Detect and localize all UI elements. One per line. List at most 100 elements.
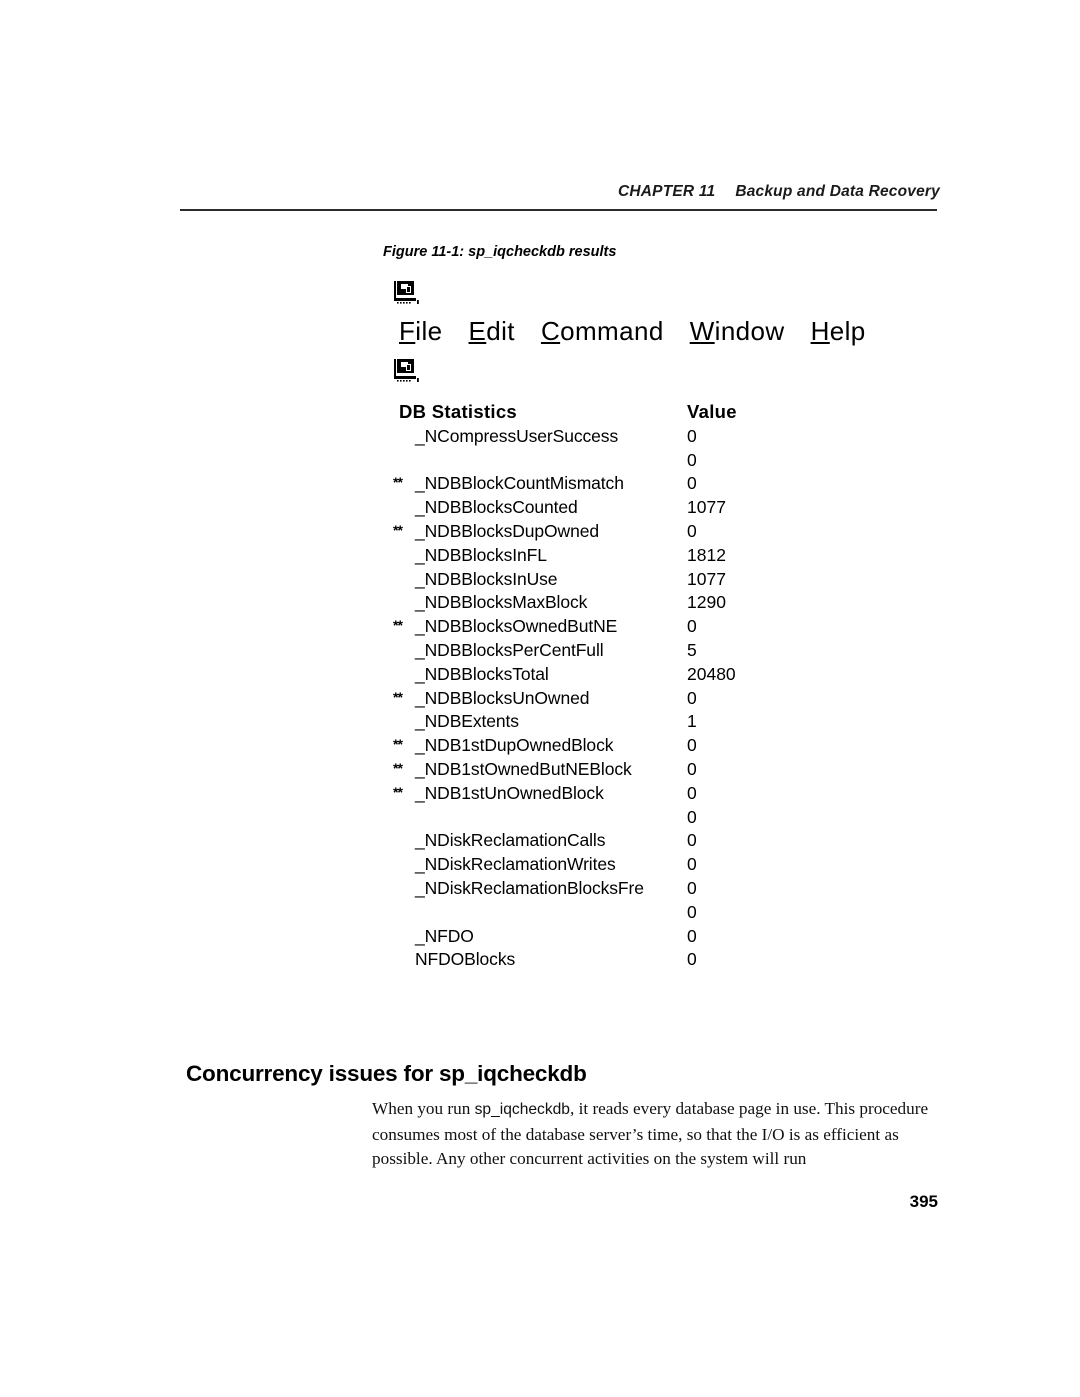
inline-code-sp-iqcheckdb: sp_iqcheckdb — [474, 1101, 570, 1119]
window-system-menu-row — [393, 280, 813, 310]
menu-label: elp — [829, 316, 866, 346]
child-window-system-menu-row — [393, 358, 813, 388]
row-statistic-value: 0 — [687, 901, 697, 922]
row-warning-marker: ** — [393, 736, 403, 753]
table-header-row: DB Statistics Value — [393, 400, 813, 424]
menu-item-edit[interactable]: Edit — [469, 316, 515, 347]
row-statistic-name: _NDBBlocksCounted — [415, 497, 578, 518]
row-statistic-value: 0 — [687, 830, 697, 851]
table-row: ** _NDB1stDupOwnedBlock 0 — [393, 734, 813, 758]
table-row: _NDiskReclamationBlocksFre 0 — [393, 877, 813, 901]
table-row: _NDBBlocksInUse 1077 — [393, 568, 813, 592]
row-statistic-name: _NDBBlocksPerCentFull — [415, 639, 604, 660]
row-statistic-name: _NCompressUserSuccess — [415, 425, 619, 446]
row-statistic-name: _NDBBlocksOwnedButNE — [415, 616, 618, 637]
row-statistic-value: 20480 — [687, 663, 736, 684]
menu-mnemonic: H — [810, 316, 830, 346]
table-row: _NDBBlocksTotal 20480 — [393, 663, 813, 687]
row-statistic-name: _NDBBlockCountMismatch — [415, 473, 624, 494]
table-row: 0 — [393, 806, 813, 830]
row-statistic-name: _NDBExtents — [415, 711, 519, 732]
chapter-number: CHAPTER 11 — [618, 183, 716, 200]
menu-item-help[interactable]: Help — [811, 316, 866, 347]
row-statistic-value: 0 — [687, 806, 697, 827]
row-statistic-value: 0 — [687, 758, 697, 779]
menu-label: ile — [415, 316, 443, 346]
row-statistic-name: _NDBBlocksUnOwned — [415, 687, 590, 708]
computer-icon[interactable] — [393, 280, 813, 305]
menu-mnemonic: C — [540, 316, 561, 346]
table-row: 0 — [393, 449, 813, 473]
table-row: _NDBBlocksPerCentFull 5 — [393, 639, 813, 663]
row-statistic-value: 0 — [687, 449, 697, 470]
row-statistic-value: 1 — [687, 711, 697, 732]
menu-mnemonic: W — [689, 316, 715, 346]
table-row: _NDBBlocksCounted 1077 — [393, 496, 813, 520]
row-warning-marker: ** — [393, 759, 403, 776]
table-row: 0 — [393, 901, 813, 925]
row-statistic-name: _NDB1stDupOwnedBlock — [415, 735, 614, 756]
table-row: _NDBBlocksInFL 1812 — [393, 544, 813, 568]
row-statistic-name: _NDB1stOwnedButNEBlock — [415, 758, 632, 779]
menu-bar: File Edit Command Window Help — [399, 316, 865, 347]
row-statistic-value: 5 — [687, 639, 697, 660]
menu-item-file[interactable]: File — [399, 316, 443, 347]
row-statistic-value: 0 — [687, 687, 697, 708]
computer-icon[interactable] — [393, 358, 813, 383]
column-header-value: Value — [687, 401, 737, 422]
table-body: _NCompressUserSuccess 0 0 ** _NDBBlockCountM… — [393, 425, 813, 972]
menu-item-window[interactable]: Window — [690, 316, 785, 347]
row-statistic-name: _NDB1stUnOwnedBlock — [415, 782, 604, 803]
row-statistic-value: 0 — [687, 425, 697, 446]
table-row: _NDiskReclamationWrites 0 — [393, 853, 813, 877]
row-statistic-value: 1077 — [687, 497, 726, 518]
row-statistic-value: 0 — [687, 925, 697, 946]
row-warning-marker: ** — [393, 474, 403, 491]
menu-label: indow — [714, 316, 785, 346]
row-statistic-value: 0 — [687, 735, 697, 756]
table-row: NFDOBlocks 0 — [393, 948, 813, 972]
table-row: ** _NDBBlocksOwnedButNE 0 — [393, 615, 813, 639]
row-statistic-name: _NDBBlocksDupOwned — [415, 520, 599, 541]
menu-label: dit — [486, 316, 515, 346]
row-statistic-value: 0 — [687, 782, 697, 803]
row-statistic-name: _NDiskReclamationCalls — [415, 830, 606, 851]
row-statistic-name: NFDOBlocks — [415, 949, 516, 970]
menu-label: ommand — [560, 316, 664, 346]
row-statistic-name: _NDiskReclamationWrites — [415, 854, 616, 875]
row-statistic-value: 0 — [687, 949, 697, 970]
row-statistic-name: _NDiskReclamationBlocksFre — [415, 877, 644, 898]
chapter-title: Backup and Data Recovery — [735, 183, 940, 200]
statistics-table: DB Statistics Value _NCompressUserSucces… — [393, 400, 813, 972]
figure-screenshot: File Edit Command Window Help DB Statist… — [393, 280, 865, 972]
row-statistic-name: _NDBBlocksTotal — [415, 663, 549, 684]
table-row: ** _NDB1stUnOwnedBlock 0 — [393, 782, 813, 806]
body-paragraph: When you run sp_iqcheckdb, it reads ever… — [372, 1097, 938, 1172]
table-row: _NCompressUserSuccess 0 — [393, 425, 813, 449]
row-statistic-value: 1290 — [687, 592, 726, 613]
table-row: ** _NDBBlockCountMismatch 0 — [393, 472, 813, 496]
row-statistic-value: 0 — [687, 854, 697, 875]
menu-item-command[interactable]: Command — [541, 316, 664, 347]
paragraph-text-pre: When you run — [372, 1099, 475, 1119]
row-statistic-name: _NFDO — [415, 925, 474, 946]
table-row: _NDBBlocksMaxBlock 1290 — [393, 591, 813, 615]
row-statistic-value: 0 — [687, 520, 697, 541]
row-warning-marker: ** — [393, 521, 403, 538]
table-row: ** _NDBBlocksUnOwned 0 — [393, 687, 813, 711]
table-row: _NFDO 0 — [393, 925, 813, 949]
table-row: ** _NDBBlocksDupOwned 0 — [393, 520, 813, 544]
menu-mnemonic: F — [399, 316, 416, 346]
row-warning-marker: ** — [393, 783, 403, 800]
table-row: _NDiskReclamationCalls 0 — [393, 829, 813, 853]
section-heading: Concurrency issues for sp_iqcheckdb — [186, 1060, 587, 1086]
header-divider — [180, 209, 937, 211]
column-header-db-statistics: DB Statistics — [399, 401, 518, 422]
row-warning-marker: ** — [393, 688, 403, 705]
menu-mnemonic: E — [468, 316, 487, 346]
row-statistic-value: 1077 — [687, 568, 726, 589]
row-statistic-value: 0 — [687, 473, 697, 494]
row-statistic-value: 1812 — [687, 544, 726, 565]
row-warning-marker: ** — [393, 617, 403, 634]
table-row: _NDBExtents 1 — [393, 710, 813, 734]
